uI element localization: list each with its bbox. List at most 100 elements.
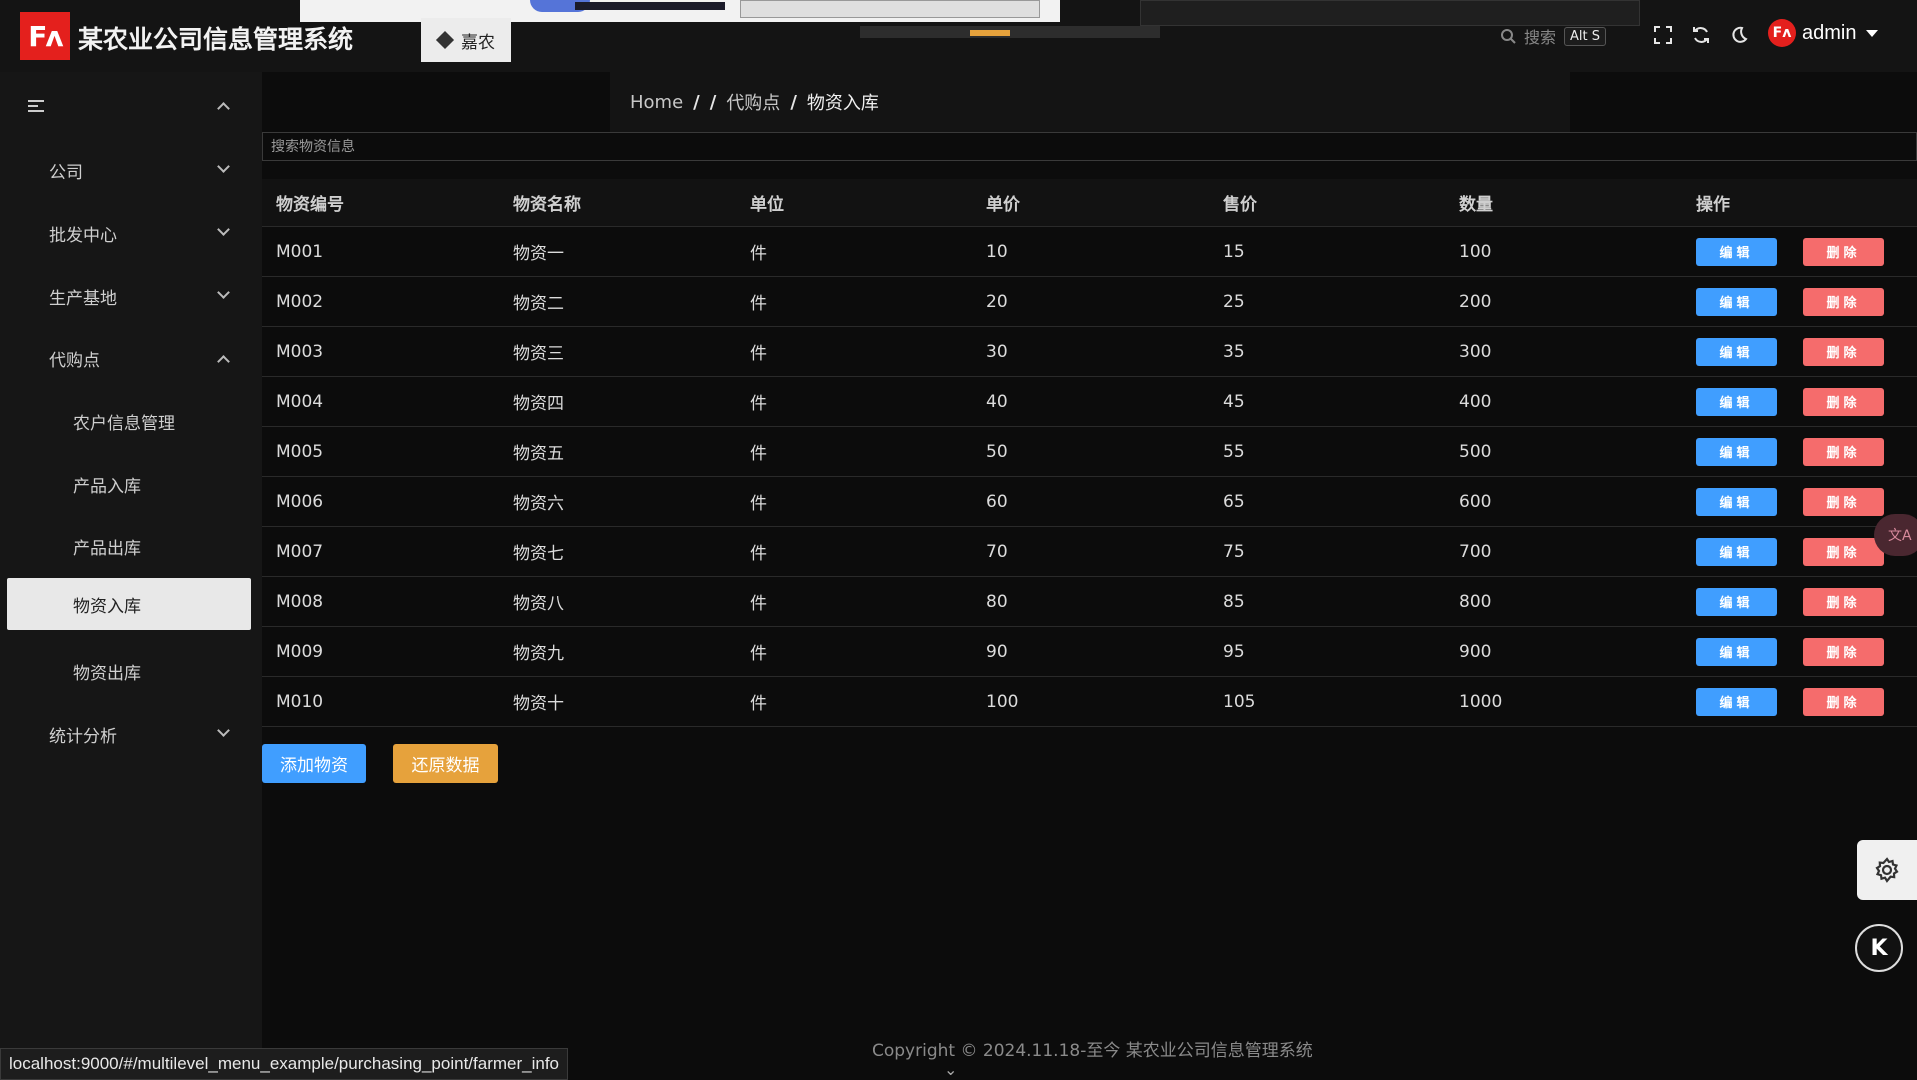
cell-material-id: M002	[276, 291, 324, 312]
cell-material-name: 物资一	[513, 244, 564, 264]
cell-material-id: M007	[276, 541, 324, 562]
delete-button[interactable]: 删除	[1803, 537, 1884, 566]
edit-button[interactable]: 编辑	[1696, 637, 1777, 666]
table-body: M001 物资一件 10 15 100 编辑 删除 M002 物资二件 20 25 200 编辑 删除 M0…	[262, 227, 1917, 727]
delete-button[interactable]: 删除	[1803, 337, 1884, 366]
delete-button[interactable]: 删除	[1803, 587, 1884, 616]
delete-button[interactable]: 删除	[1803, 287, 1884, 316]
top-nav-tab[interactable]: 嘉农	[421, 18, 511, 62]
cell-quantity: 600	[1459, 491, 1492, 512]
cell-material-id: M009	[276, 641, 324, 662]
cell-actions: 编辑 删除	[1682, 387, 1917, 416]
cell-sale-price: 85	[1223, 591, 1245, 612]
cell-unit: 件	[750, 594, 767, 614]
edit-button[interactable]: 编辑	[1696, 437, 1777, 466]
sidebar-item-label: 公司	[49, 162, 83, 183]
cell-sale-price: 55	[1223, 441, 1245, 462]
edit-button[interactable]: 编辑	[1696, 337, 1777, 366]
cell-sale-price: 95	[1223, 641, 1245, 662]
table-row: M001 物资一 件 10 15 100 编辑 删除	[262, 227, 1917, 277]
add-material-button[interactable]: 添加物资	[262, 744, 366, 783]
table-row: M009 物资九 件 90 95 900 编辑 删除	[262, 627, 1917, 677]
header-search[interactable]: 搜索 Alt S	[1500, 22, 1607, 50]
delete-button[interactable]: 删除	[1803, 687, 1884, 716]
sidebar-item-product-outbound[interactable]: 产品出库	[0, 518, 262, 574]
cell-material-name: 物资四	[513, 394, 564, 414]
table-row: M005 物资五 件 50 55 500 编辑 删除	[262, 427, 1917, 477]
user-menu[interactable]: Fʌ admin	[1768, 19, 1879, 47]
sidebar-item-label: 批发中心	[49, 225, 117, 246]
breadcrumb-separator: /	[790, 91, 797, 113]
cell-unit-price: 60	[986, 491, 1008, 512]
cell-material-name: 物资十	[513, 694, 564, 714]
search-input[interactable]	[262, 132, 1917, 161]
top-nav-tab-label: 嘉农	[461, 32, 495, 53]
edit-button[interactable]: 编辑	[1696, 237, 1777, 266]
cell-unit-price: 40	[986, 391, 1008, 412]
sidebar-item-product-inbound[interactable]: 产品入库	[0, 456, 262, 512]
cell-unit: 件	[750, 644, 767, 664]
column-header: 物资编号	[276, 195, 344, 215]
fullscreen-icon[interactable]	[1652, 24, 1674, 46]
edit-button[interactable]: 编辑	[1696, 287, 1777, 316]
sidebar-item-purchasing-point[interactable]: 代购点	[0, 330, 262, 386]
sidebar-item-production-base[interactable]: 生产基地	[0, 268, 262, 324]
sidebar-item-material-inbound[interactable]: 物资入库	[7, 578, 251, 630]
cell-unit-price: 10	[986, 241, 1008, 262]
assistant-k-icon[interactable]: K	[1855, 924, 1903, 972]
breadcrumb-level2[interactable]: 代购点	[726, 89, 780, 115]
browser-status-url: localhost:9000/#/multilevel_menu_example…	[0, 1048, 568, 1080]
sidebar-item-company[interactable]: 公司	[0, 142, 262, 198]
translate-icon[interactable]: 文A	[1874, 514, 1917, 556]
preview-thumbnail	[860, 26, 1160, 38]
sidebar-item-farmer-info[interactable]: 农户信息管理	[0, 393, 262, 449]
cell-material-name: 物资九	[513, 644, 564, 664]
settings-gear-button[interactable]	[1857, 840, 1917, 900]
username: admin	[1802, 21, 1857, 44]
cell-sale-price: 105	[1223, 691, 1256, 712]
sidebar-item-material-outbound[interactable]: 物资出库	[0, 643, 262, 699]
column-header: 物资名称	[513, 195, 581, 215]
app-root: Fʌ 某农业公司信息管理系统 嘉农 搜索 Alt S Fʌ admin 公司 批…	[0, 0, 1917, 1080]
cell-quantity: 800	[1459, 591, 1492, 612]
cell-sale-price: 35	[1223, 341, 1245, 362]
cell-unit-price: 30	[986, 341, 1008, 362]
cell-material-id: M006	[276, 491, 324, 512]
edit-button[interactable]: 编辑	[1696, 687, 1777, 716]
cell-unit-price: 100	[986, 691, 1019, 712]
edit-button[interactable]: 编辑	[1696, 537, 1777, 566]
delete-button[interactable]: 删除	[1803, 637, 1884, 666]
delete-button[interactable]: 删除	[1803, 387, 1884, 416]
chevron-down-icon	[217, 286, 230, 299]
edit-button[interactable]: 编辑	[1696, 487, 1777, 516]
refresh-icon[interactable]	[1690, 24, 1712, 46]
cell-actions: 编辑 删除	[1682, 287, 1917, 316]
sidebar-item-statistics[interactable]: 统计分析	[0, 706, 262, 762]
delete-button[interactable]: 删除	[1803, 237, 1884, 266]
delete-button[interactable]: 删除	[1803, 437, 1884, 466]
cell-material-id: M001	[276, 241, 324, 262]
breadcrumb-home[interactable]: Home	[630, 92, 683, 113]
restore-data-button[interactable]: 还原数据	[393, 744, 498, 783]
main-content: Home / / 代购点 / 物资入库 物资编号 物资名称 单位 单价 售价 数…	[262, 72, 1917, 1080]
column-header: 数量	[1459, 195, 1493, 215]
sidebar: 公司 批发中心 生产基地 代购点 农户信息管理 产品入库 产品出库 物资入库 物…	[0, 72, 262, 1080]
search-shortcut-badge: Alt S	[1564, 26, 1607, 46]
cell-actions: 编辑 删除	[1682, 587, 1917, 616]
cell-material-id: M010	[276, 691, 324, 712]
brand-logo: Fʌ	[20, 12, 70, 60]
menu-fold-icon	[28, 100, 44, 112]
sidebar-item-label: 物资入库	[73, 596, 141, 617]
sidebar-collapse-toggle[interactable]	[0, 72, 262, 142]
sidebar-item-wholesale[interactable]: 批发中心	[0, 205, 262, 261]
edit-button[interactable]: 编辑	[1696, 587, 1777, 616]
footer-copyright: Copyright © 2024.11.18-至今 某农业公司信息管理系统	[872, 1041, 1313, 1061]
top-header: Fʌ 某农业公司信息管理系统 嘉农 搜索 Alt S Fʌ admin	[0, 0, 1917, 72]
cell-unit: 件	[750, 444, 767, 464]
dark-mode-icon[interactable]	[1728, 24, 1750, 46]
chevron-down-icon[interactable]: ⌄	[944, 1060, 957, 1079]
cell-sale-price: 25	[1223, 291, 1245, 312]
cell-unit: 件	[750, 244, 767, 264]
delete-button[interactable]: 删除	[1803, 487, 1884, 516]
edit-button[interactable]: 编辑	[1696, 387, 1777, 416]
